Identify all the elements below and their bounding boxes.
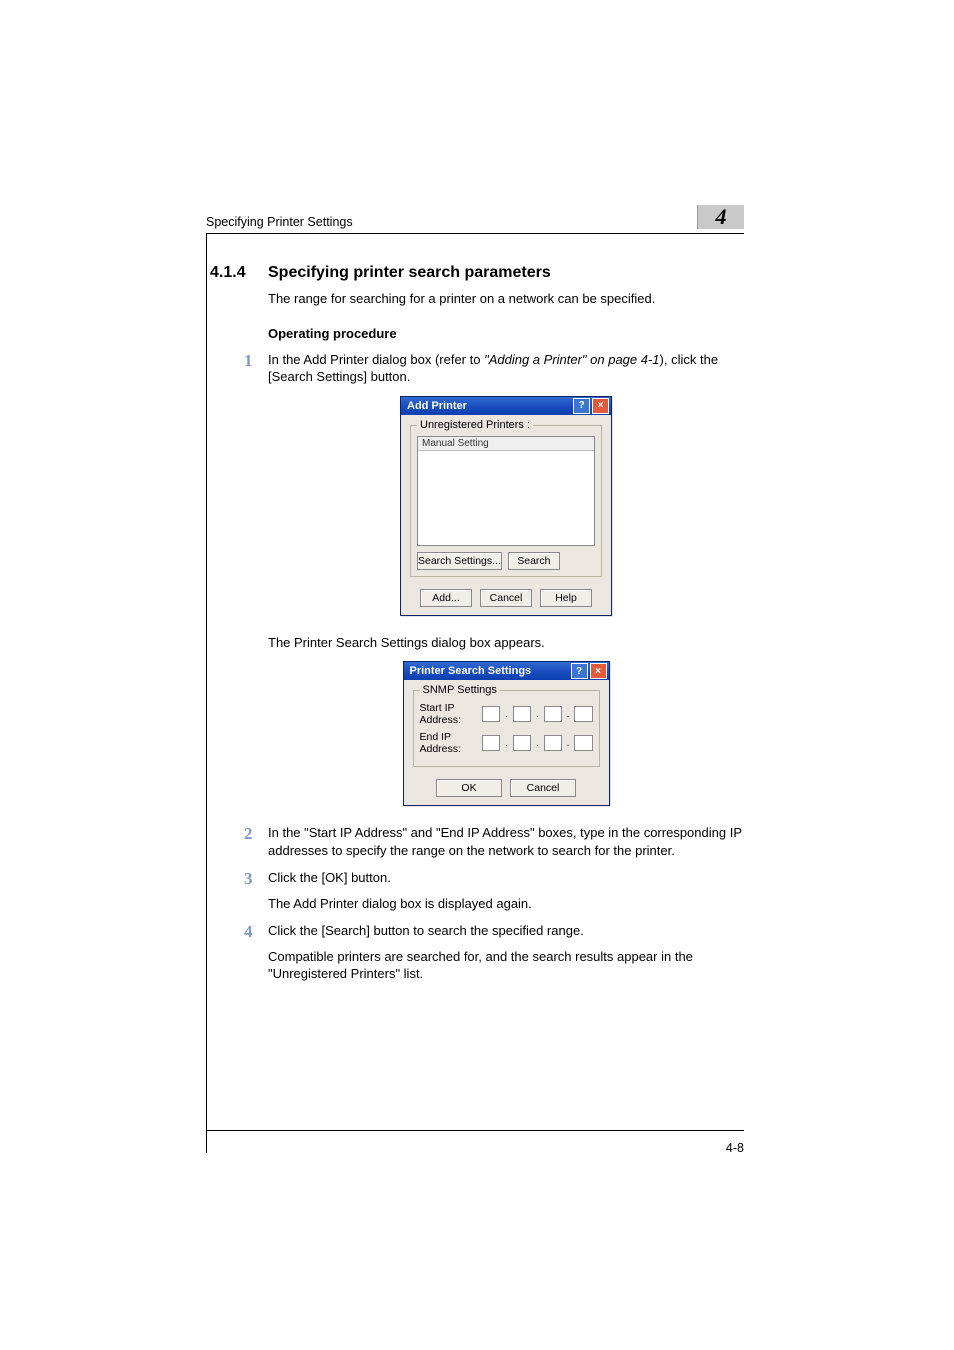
add-printer-dialog: Add Printer ? × Unregistered Printers : … bbox=[400, 396, 612, 616]
step-text: In the "Start IP Address" and "End IP Ad… bbox=[268, 824, 744, 859]
ip-dot: . bbox=[535, 709, 540, 720]
page: Specifying Printer Settings 4 4.1.4 Spec… bbox=[0, 0, 954, 1350]
search-settings-button[interactable]: Search Settings... bbox=[417, 552, 502, 570]
title-help-button[interactable]: ? bbox=[571, 663, 588, 679]
end-ip-octet-4[interactable] bbox=[574, 735, 592, 751]
step-number: 3 bbox=[244, 869, 253, 889]
vertical-rule bbox=[206, 234, 207, 1153]
step-text: In the Add Printer dialog box (refer to … bbox=[268, 351, 744, 386]
dialog-title: Add Printer bbox=[407, 400, 467, 412]
add-button[interactable]: Add... bbox=[420, 589, 472, 607]
start-ip-octet-1[interactable] bbox=[482, 706, 500, 722]
cancel-button[interactable]: Cancel bbox=[510, 779, 576, 797]
search-settings-dialog-figure: Printer Search Settings ? × SNMP Setting… bbox=[268, 661, 744, 806]
step-number: 4 bbox=[244, 922, 253, 942]
ip-dot: . bbox=[535, 738, 540, 749]
end-ip-octet-3[interactable] bbox=[544, 735, 562, 751]
dialog-titlebar: Add Printer ? × bbox=[401, 397, 611, 415]
ok-button[interactable]: OK bbox=[436, 779, 502, 797]
ip-dot: . bbox=[566, 738, 571, 749]
section-number: 4.1.4 bbox=[210, 264, 246, 282]
step-4: 4 Click the [Search] button to search th… bbox=[268, 922, 744, 940]
step-1: 1 In the Add Printer dialog box (refer t… bbox=[268, 351, 744, 386]
end-ip-row: End IP Address: . . . bbox=[420, 731, 593, 755]
step-text: Click the [Search] button to search the … bbox=[268, 922, 744, 940]
dialog-titlebar: Printer Search Settings ? × bbox=[404, 662, 609, 680]
group-label: SNMP Settings bbox=[420, 684, 500, 696]
start-ip-label: Start IP Address: bbox=[420, 702, 478, 726]
cancel-button[interactable]: Cancel bbox=[480, 589, 532, 607]
page-number: 4-8 bbox=[726, 1141, 744, 1155]
unregistered-printers-group: Unregistered Printers : Manual Setting S… bbox=[410, 425, 602, 577]
procedure-heading: Operating procedure bbox=[268, 326, 744, 341]
step-4-result: Compatible printers are searched for, an… bbox=[268, 948, 744, 983]
step-1-result: The Printer Search Settings dialog box a… bbox=[268, 634, 744, 652]
search-button[interactable]: Search bbox=[508, 552, 560, 570]
running-head: Specifying Printer Settings bbox=[206, 215, 353, 229]
title-close-button[interactable]: × bbox=[592, 398, 609, 414]
list-column-header: Manual Setting bbox=[418, 437, 594, 451]
step-number: 1 bbox=[244, 351, 253, 371]
ip-dot: . bbox=[566, 709, 571, 720]
help-button[interactable]: Help bbox=[540, 589, 592, 607]
page-header: Specifying Printer Settings 4 bbox=[206, 205, 744, 234]
section-intro: The range for searching for a printer on… bbox=[268, 290, 744, 308]
chapter-number: 4 bbox=[716, 204, 727, 230]
start-ip-octet-4[interactable] bbox=[574, 706, 592, 722]
step-3: 3 Click the [OK] button. bbox=[268, 869, 744, 887]
step-pre: In the Add Printer dialog box (refer to bbox=[268, 352, 484, 367]
add-printer-dialog-figure: Add Printer ? × Unregistered Printers : … bbox=[268, 396, 744, 616]
chapter-badge: 4 bbox=[697, 205, 744, 229]
section-title: Specifying printer search parameters bbox=[268, 264, 744, 282]
cross-reference: "Adding a Printer" on page 4-1 bbox=[484, 352, 659, 367]
title-close-button[interactable]: × bbox=[590, 663, 607, 679]
unregistered-printers-list[interactable]: Manual Setting bbox=[417, 436, 595, 546]
title-help-button[interactable]: ? bbox=[573, 398, 590, 414]
step-3-result: The Add Printer dialog box is displayed … bbox=[268, 895, 744, 913]
start-ip-row: Start IP Address: . . . bbox=[420, 702, 593, 726]
end-ip-octet-2[interactable] bbox=[513, 735, 531, 751]
ip-dot: . bbox=[504, 738, 509, 749]
end-ip-label: End IP Address: bbox=[420, 731, 478, 755]
group-label: Unregistered Printers : bbox=[417, 419, 533, 431]
end-ip-octet-1[interactable] bbox=[482, 735, 500, 751]
step-text: Click the [OK] button. bbox=[268, 869, 744, 887]
step-number: 2 bbox=[244, 824, 253, 844]
page-footer: 4-8 bbox=[206, 1130, 744, 1155]
main-content: Specifying printer search parameters The… bbox=[268, 264, 744, 983]
dialog-title: Printer Search Settings bbox=[410, 665, 532, 677]
ip-dot: . bbox=[504, 709, 509, 720]
printer-search-settings-dialog: Printer Search Settings ? × SNMP Setting… bbox=[403, 661, 610, 806]
start-ip-octet-3[interactable] bbox=[544, 706, 562, 722]
snmp-settings-group: SNMP Settings Start IP Address: . . . En… bbox=[413, 690, 600, 767]
step-2: 2 In the "Start IP Address" and "End IP … bbox=[268, 824, 744, 859]
start-ip-octet-2[interactable] bbox=[513, 706, 531, 722]
